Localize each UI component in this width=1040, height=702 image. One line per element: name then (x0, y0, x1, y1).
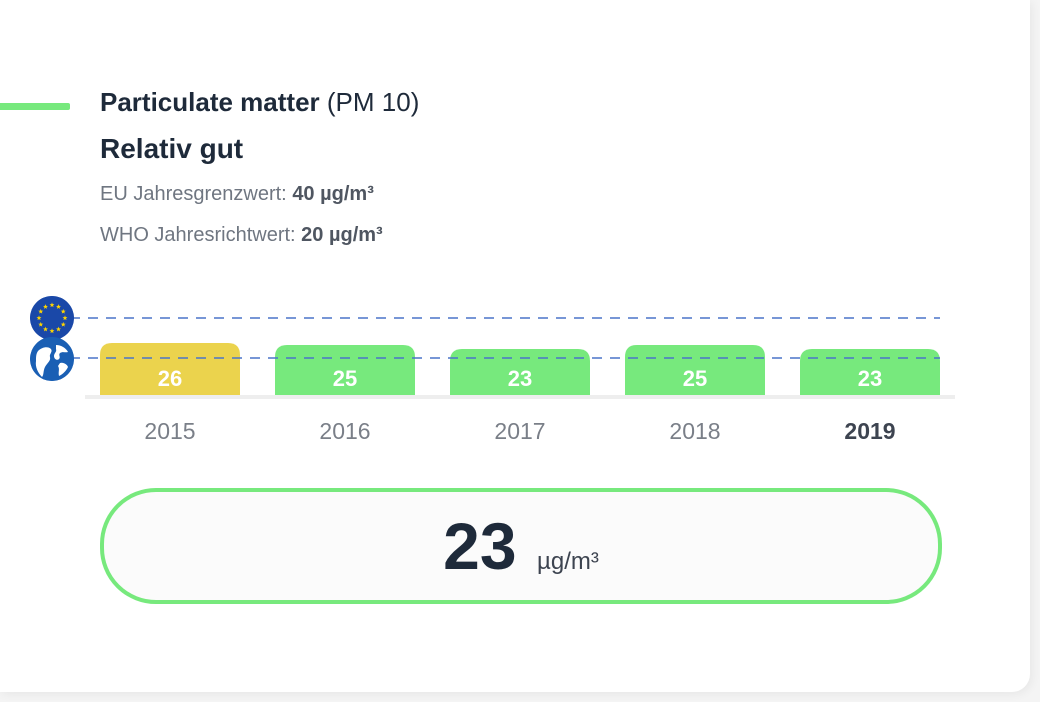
who-limit-value: 20 (301, 224, 324, 246)
x-tick-2019: 2019 (844, 418, 895, 444)
pollutant-code: (PM 10) (326, 87, 420, 117)
bar-value-2019: 23 (858, 366, 882, 391)
pollutant-title: Particulate matter (PM 10) (100, 86, 419, 118)
who-limit-label: WHO Jahresrichtwert: (100, 224, 296, 246)
quality-rating: Relativ gut (100, 133, 244, 164)
bar-value-2015: 26 (158, 366, 182, 391)
status-accent-line (0, 103, 70, 110)
eu-limit-label: EU Jahresgrenzwert: (100, 183, 287, 205)
eu-limit: EU Jahresgrenzwert: 40 µg/m³ (100, 181, 374, 207)
pollutant-name: Particulate matter (100, 87, 320, 117)
x-tick-2016: 2016 (319, 418, 370, 444)
bar-value-2017: 23 (508, 366, 532, 391)
current-unit: µg/m³ (537, 548, 599, 575)
eu-limit-value: 40 (292, 183, 315, 205)
air-quality-card: Particulate matter (PM 10) Relativ gut E… (0, 0, 1030, 692)
pm10-bar-chart: 26 2015 25 2016 23 2017 25 2018 23 2019 (70, 317, 955, 444)
bar-value-2018: 25 (683, 366, 707, 391)
who-limit: WHO Jahresrichtwert: 20 µg/m³ (100, 222, 383, 248)
current-value-pill: 23 µg/m³ (100, 488, 942, 604)
who-limit-unit: µg/m³ (328, 224, 383, 246)
bar-value-2016: 25 (333, 366, 357, 391)
current-value: 23 (443, 509, 517, 583)
globe-icon (30, 337, 74, 381)
x-tick-2018: 2018 (669, 418, 720, 444)
x-tick-2015: 2015 (144, 418, 195, 444)
x-tick-2017: 2017 (494, 418, 545, 444)
eu-limit-unit: µg/m³ (320, 183, 374, 205)
eu-flag-icon (30, 296, 74, 340)
